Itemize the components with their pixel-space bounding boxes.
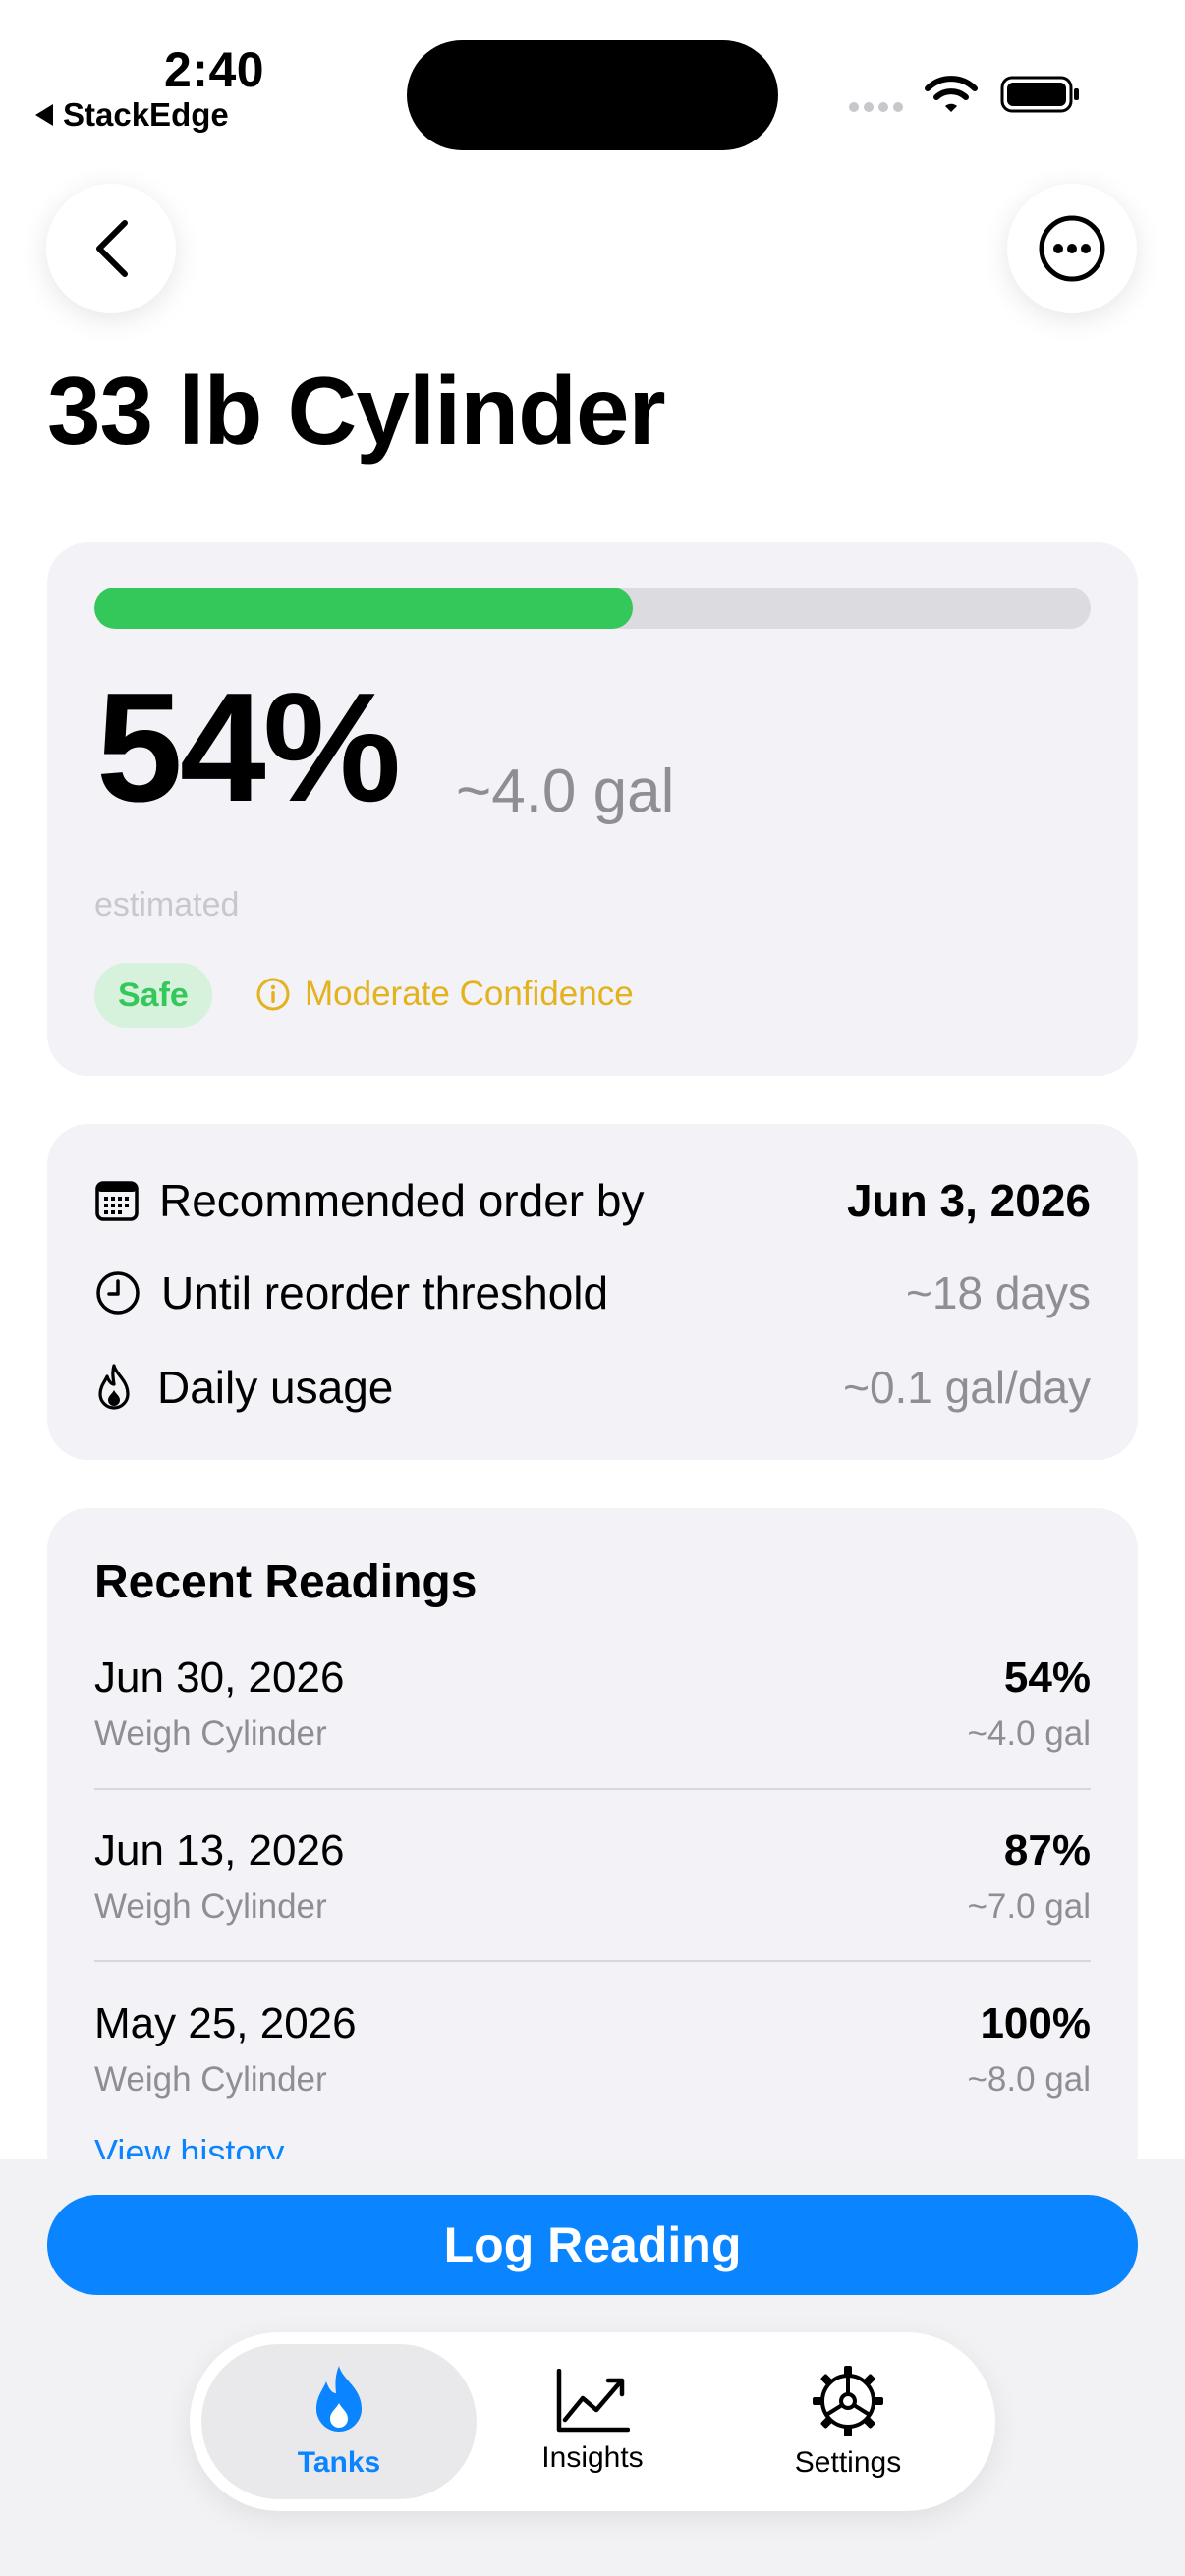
level-percent: 54% [96,661,401,834]
tab-tanks[interactable]: Tanks [201,2344,477,2499]
gear-icon [813,2366,883,2436]
back-app-label: StackEdge [63,96,229,133]
back-to-app-link[interactable]: StackEdge [35,96,229,134]
reading-row[interactable]: Jun 30, 2026 Weigh Cylinder 54% ~4.0 gal [94,1653,1091,1826]
info-value-order-by: Jun 3, 2026 [846,1175,1091,1226]
tab-label: Settings [794,2446,902,2479]
flame-icon [316,2366,362,2432]
info-row-order-by: Recommended order by Jun 3, 2026 [94,1171,1091,1230]
chevron-left-icon [96,220,128,277]
tab-bar: Tanks Insights Settings [190,2332,995,2511]
reading-date: May 25, 2026 [94,1999,357,2047]
back-button[interactable] [46,184,176,313]
reading-method: Weigh Cylinder [94,1887,327,1926]
page-title: 33 lb Cylinder [47,357,666,465]
info-label-order-by: Recommended order by [159,1175,645,1226]
bottom-toolbar: Log Reading Tanks Insights Settings [0,2159,1185,2576]
info-label-threshold: Until reorder threshold [161,1267,609,1318]
readings-title: Recent Readings [94,1556,478,1608]
reading-method: Weigh Cylinder [94,1714,327,1753]
chart-icon [556,2369,630,2433]
calendar-icon [95,1181,139,1221]
flame-icon [98,1364,130,1410]
tab-settings[interactable]: Settings [710,2344,986,2499]
reading-gallons: ~8.0 gal [967,2060,1091,2099]
reorder-info-card: Recommended order by Jun 3, 2026 Until r… [47,1124,1138,1460]
reading-method: Weigh Cylinder [94,2060,327,2099]
status-badge: Safe [94,963,212,1028]
wifi-icon [925,76,978,112]
info-row-daily-usage: Daily usage ~0.1 gal/day [94,1358,1091,1417]
cellular-signal-icon [849,102,903,112]
info-icon [256,978,290,1011]
divider [94,1788,1091,1790]
tab-label: Tanks [297,2446,381,2479]
status-time: 2:40 [164,42,265,97]
info-label-daily-usage: Daily usage [157,1362,394,1413]
divider [94,1960,1091,1962]
info-row-threshold: Until reorder threshold ~18 days [94,1263,1091,1322]
reading-gallons: ~7.0 gal [967,1887,1091,1926]
log-reading-button[interactable]: Log Reading [47,2195,1138,2295]
battery-icon [1000,76,1079,113]
reading-percent: 87% [1003,1826,1091,1875]
screen: 2:40 StackEdge 33 lb Cylinder 54% ~4.0 g… [0,0,1185,2576]
ellipsis-circle-icon [1039,215,1105,282]
more-options-button[interactable] [1007,184,1137,313]
tank-level-card: 54% ~4.0 gal estimated Safe Moderate Con… [47,542,1138,1076]
reading-date: Jun 30, 2026 [94,1653,345,1702]
back-triangle-icon [35,104,53,126]
level-progress-bar [94,588,1091,629]
tab-label: Insights [541,2441,644,2474]
reading-percent: 100% [980,1999,1091,2047]
info-value-daily-usage: ~0.1 gal/day [843,1362,1091,1413]
level-progress-fill [94,588,633,629]
reading-gallons: ~4.0 gal [967,1714,1091,1753]
estimated-label: estimated [94,886,240,924]
confidence-label: Moderate Confidence [305,975,634,1013]
confidence-indicator[interactable]: Moderate Confidence [255,975,634,1014]
info-value-threshold: ~18 days [906,1267,1091,1318]
recent-readings-card: Recent Readings Jun 30, 2026 Weigh Cylin… [47,1508,1138,2196]
level-gallons: ~4.0 gal [456,757,675,825]
tab-insights[interactable]: Insights [455,2344,730,2499]
reading-row[interactable]: Jun 13, 2026 Weigh Cylinder 87% ~7.0 gal [94,1826,1091,1999]
reading-date: Jun 13, 2026 [94,1826,345,1875]
clock-icon [96,1271,140,1315]
dynamic-island [407,40,778,150]
reading-percent: 54% [1003,1653,1091,1702]
